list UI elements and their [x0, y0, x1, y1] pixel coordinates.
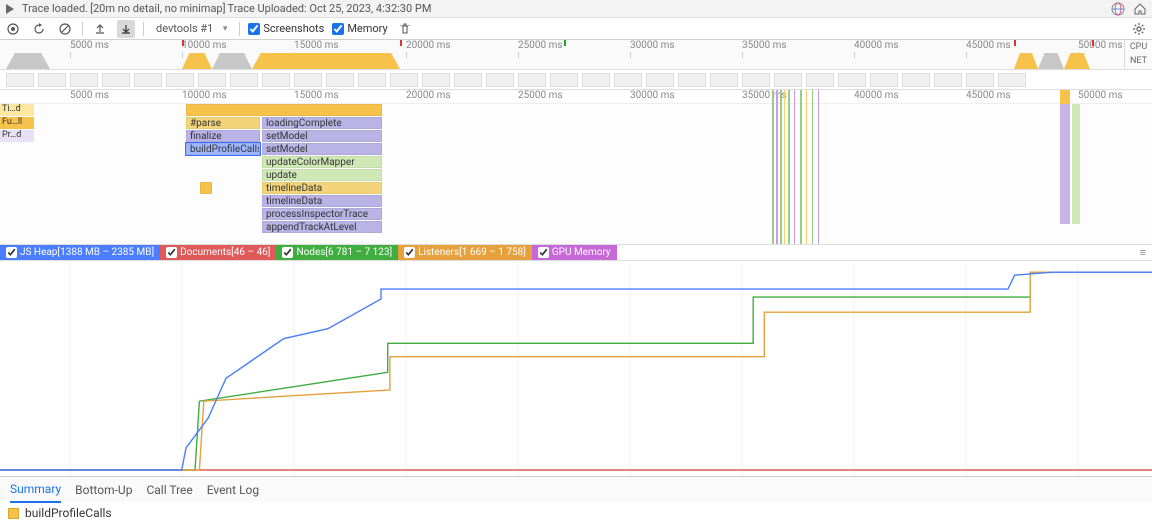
status-bar: Trace loaded. [20m no detail, no minimap… — [0, 0, 1152, 18]
legend-chip[interactable]: Documents[46 – 46] — [160, 245, 276, 260]
flame-block[interactable]: appendTrackAtLevel — [262, 221, 382, 233]
flame-block[interactable] — [186, 104, 382, 116]
overview-tick: 45000 ms — [966, 40, 1011, 51]
flame-block[interactable]: setModel — [262, 130, 382, 142]
overview-tick: 40000 ms — [854, 40, 899, 51]
tab-event-log[interactable]: Event Log — [207, 478, 259, 502]
legend-chip[interactable]: JS Heap[1388 MB – 2385 MB] — [0, 245, 160, 260]
clear-button[interactable] — [56, 20, 74, 38]
garbage-collect-button[interactable] — [396, 20, 414, 38]
memory-chart[interactable] — [0, 261, 1152, 476]
globe-icon[interactable] — [1110, 1, 1126, 17]
tab-call-tree[interactable]: Call Tree — [146, 478, 192, 502]
flame-chart[interactable]: 5000 ms 10000 ms 15000 ms 20000 ms 25000 ms 3… — [0, 90, 1152, 245]
overview-tick: 35000 ms — [742, 40, 787, 51]
memory-series — [0, 272, 1152, 470]
legend-chip[interactable]: Listeners[1 669 – 1 758] — [398, 245, 532, 260]
ruler-tick: 25000 ms — [518, 90, 563, 101]
overview-ruler[interactable]: 5000 ms 10000 ms 15000 ms 20000 ms 25000 ms 3… — [0, 40, 1152, 70]
overview-tick: 30000 ms — [630, 40, 675, 51]
flame-block[interactable]: #parse — [186, 117, 260, 129]
flame-block[interactable]: loadingComplete — [262, 117, 382, 129]
ruler-tick: 10000 ms — [182, 90, 227, 101]
home-icon[interactable] — [1132, 1, 1148, 17]
summary-name: buildProfileCalls — [25, 506, 112, 520]
memory-series — [0, 272, 1152, 470]
overview-tick: 10000 ms — [182, 40, 227, 51]
screenshots-toggle[interactable]: Screenshots — [248, 22, 324, 35]
overview-tick: 15000 ms — [294, 40, 339, 51]
summary-swatch — [8, 508, 19, 519]
settings-gear-icon[interactable] — [1130, 20, 1148, 38]
ruler-tick: 15000 ms — [294, 90, 339, 101]
flame-block[interactable]: timelineData — [262, 182, 382, 194]
memory-series — [0, 272, 1152, 470]
ruler-tick: 40000 ms — [854, 90, 899, 101]
toolbar: devtools #1 ▾ Screenshots Memory — [0, 18, 1152, 40]
session-dropdown[interactable]: devtools #1 ▾ — [152, 20, 231, 37]
download-button[interactable] — [117, 20, 135, 38]
tab-bottom-up[interactable]: Bottom-Up — [75, 478, 132, 502]
flame-block[interactable]: updateColorMapper — [262, 156, 382, 168]
overview-tick: 5000 ms — [70, 40, 109, 51]
flame-block[interactable]: processInspectorTrace — [262, 208, 382, 220]
ruler-tick: 30000 ms — [630, 90, 675, 101]
flame-block[interactable]: buildProfileCalls — [186, 143, 260, 155]
cpu-label: CPU — [1124, 40, 1152, 54]
status-loaded: Trace loaded. — [22, 2, 88, 15]
legend-menu-icon[interactable]: ≡ — [1134, 246, 1152, 259]
memory-toggle[interactable]: Memory — [332, 22, 387, 35]
flame-block[interactable] — [200, 182, 212, 194]
overview-tick: 50000 ms — [1078, 40, 1123, 51]
flame-block[interactable]: update — [262, 169, 382, 181]
flame-block[interactable]: timelineData — [262, 195, 382, 207]
flame-block[interactable]: finalize — [186, 130, 260, 142]
tab-summary[interactable]: Summary — [10, 477, 61, 503]
ruler-tick: 45000 ms — [966, 90, 1011, 101]
status-detail: [20m no detail, no minimap] — [90, 2, 225, 15]
upload-button[interactable] — [91, 20, 109, 38]
play-icon[interactable] — [4, 3, 16, 15]
overview-tick: 20000 ms — [406, 40, 451, 51]
legend-chip[interactable]: GPU Memory — [532, 245, 617, 260]
screenshots-strip[interactable] — [0, 70, 1152, 90]
reload-button[interactable] — [30, 20, 48, 38]
ruler-tick: 5000 ms — [70, 90, 109, 101]
net-label: NET — [1124, 54, 1152, 68]
status-uploaded: Trace Uploaded: Oct 25, 2023, 4:32:30 PM — [228, 2, 432, 15]
memory-legend: JS Heap[1388 MB – 2385 MB]Documents[46 –… — [0, 245, 1152, 261]
record-button[interactable] — [4, 20, 22, 38]
legend-chip[interactable]: Nodes[6 781 – 7 123] — [276, 245, 398, 260]
ruler-tick: 20000 ms — [406, 90, 451, 101]
overview-tick: 25000 ms — [518, 40, 563, 51]
flame-block[interactable]: setModel — [262, 143, 382, 155]
bottom-tabs: Summary Bottom-Up Call Tree Event Log — [0, 476, 1152, 502]
